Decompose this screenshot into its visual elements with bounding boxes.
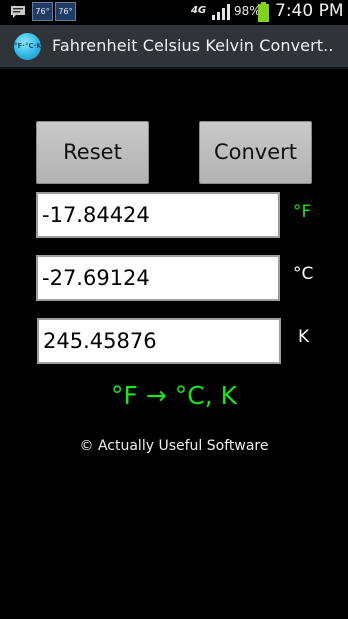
battery-percent: 98% [234, 4, 261, 18]
celsius-input[interactable]: -27.69124 [36, 255, 280, 301]
status-clock: 7:40 PM [275, 1, 344, 21]
app-title: Fahrenheit Celsius Kelvin Convert.. [52, 36, 334, 55]
talk-icon [11, 6, 25, 18]
temperature-icon: 76° [32, 2, 53, 21]
status-bar: 76° 76° 4G 98% 7:40 PM [0, 0, 348, 25]
reset-button[interactable]: Reset [36, 121, 149, 184]
action-bar: °F·°C·K Fahrenheit Celsius Kelvin Conver… [0, 25, 348, 69]
kelvin-unit-label: K [298, 327, 310, 347]
kelvin-input[interactable]: 245.45876 [37, 318, 281, 364]
battery-icon [258, 2, 269, 22]
convert-button[interactable]: Convert [199, 121, 312, 184]
celsius-unit-label: °C [293, 264, 314, 284]
app-screen: 76° 76° 4G 98% 7:40 PM °F·°C·K Fahrenhei… [0, 0, 348, 619]
fahrenheit-input[interactable]: -17.84424 [36, 192, 280, 238]
copyright-text: © Actually Useful Software [79, 438, 269, 454]
app-icon[interactable]: °F·°C·K [14, 33, 42, 60]
signal-icon [212, 4, 230, 20]
fahrenheit-unit-label: °F [293, 202, 312, 222]
temperature-icon: 76° [55, 2, 76, 21]
conversion-mode-label: °F → °C, K [111, 381, 237, 410]
network-type-label: 4G [191, 5, 207, 16]
